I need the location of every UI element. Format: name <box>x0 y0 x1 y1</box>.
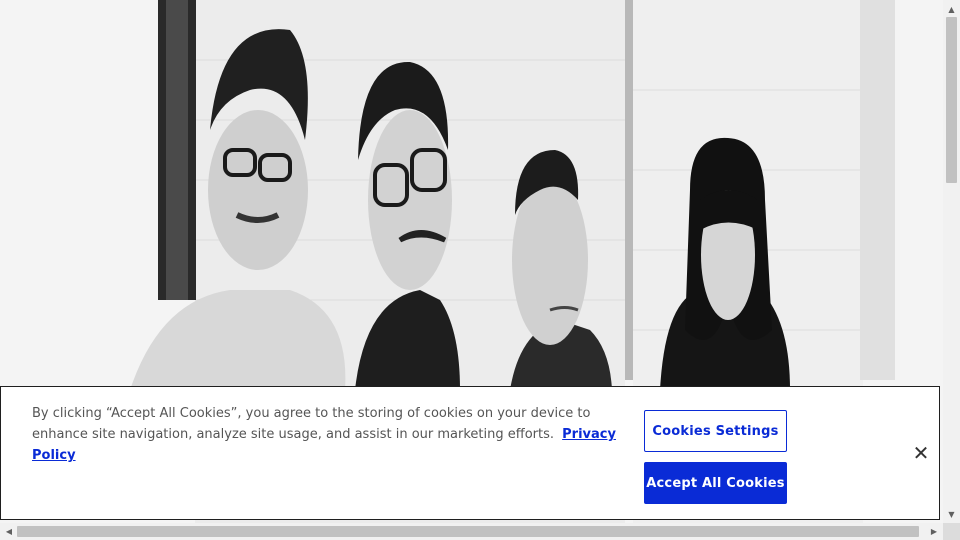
accept-all-cookies-button[interactable]: Accept All Cookies <box>644 462 787 504</box>
vertical-scrollbar[interactable]: ▲ ▼ <box>943 0 960 523</box>
cookie-message: By clicking “Accept All Cookies”, you ag… <box>32 403 632 466</box>
cookie-message-text: By clicking “Accept All Cookies”, you ag… <box>32 406 591 442</box>
horizontal-scroll-thumb[interactable] <box>17 526 919 537</box>
close-icon[interactable]: ✕ <box>909 441 933 465</box>
scroll-left-icon[interactable]: ◀ <box>2 523 16 540</box>
scroll-down-icon[interactable]: ▼ <box>943 507 960 521</box>
page-viewport: By clicking “Accept All Cookies”, you ag… <box>0 0 943 523</box>
cookie-consent-banner: By clicking “Accept All Cookies”, you ag… <box>0 386 940 520</box>
horizontal-scrollbar[interactable]: ◀ ▶ <box>0 523 943 540</box>
scroll-right-icon[interactable]: ▶ <box>927 523 941 540</box>
cookies-settings-button[interactable]: Cookies Settings <box>644 410 787 452</box>
vertical-scroll-thumb[interactable] <box>946 17 957 183</box>
scrollbar-corner <box>943 523 960 540</box>
scroll-up-icon[interactable]: ▲ <box>943 2 960 16</box>
